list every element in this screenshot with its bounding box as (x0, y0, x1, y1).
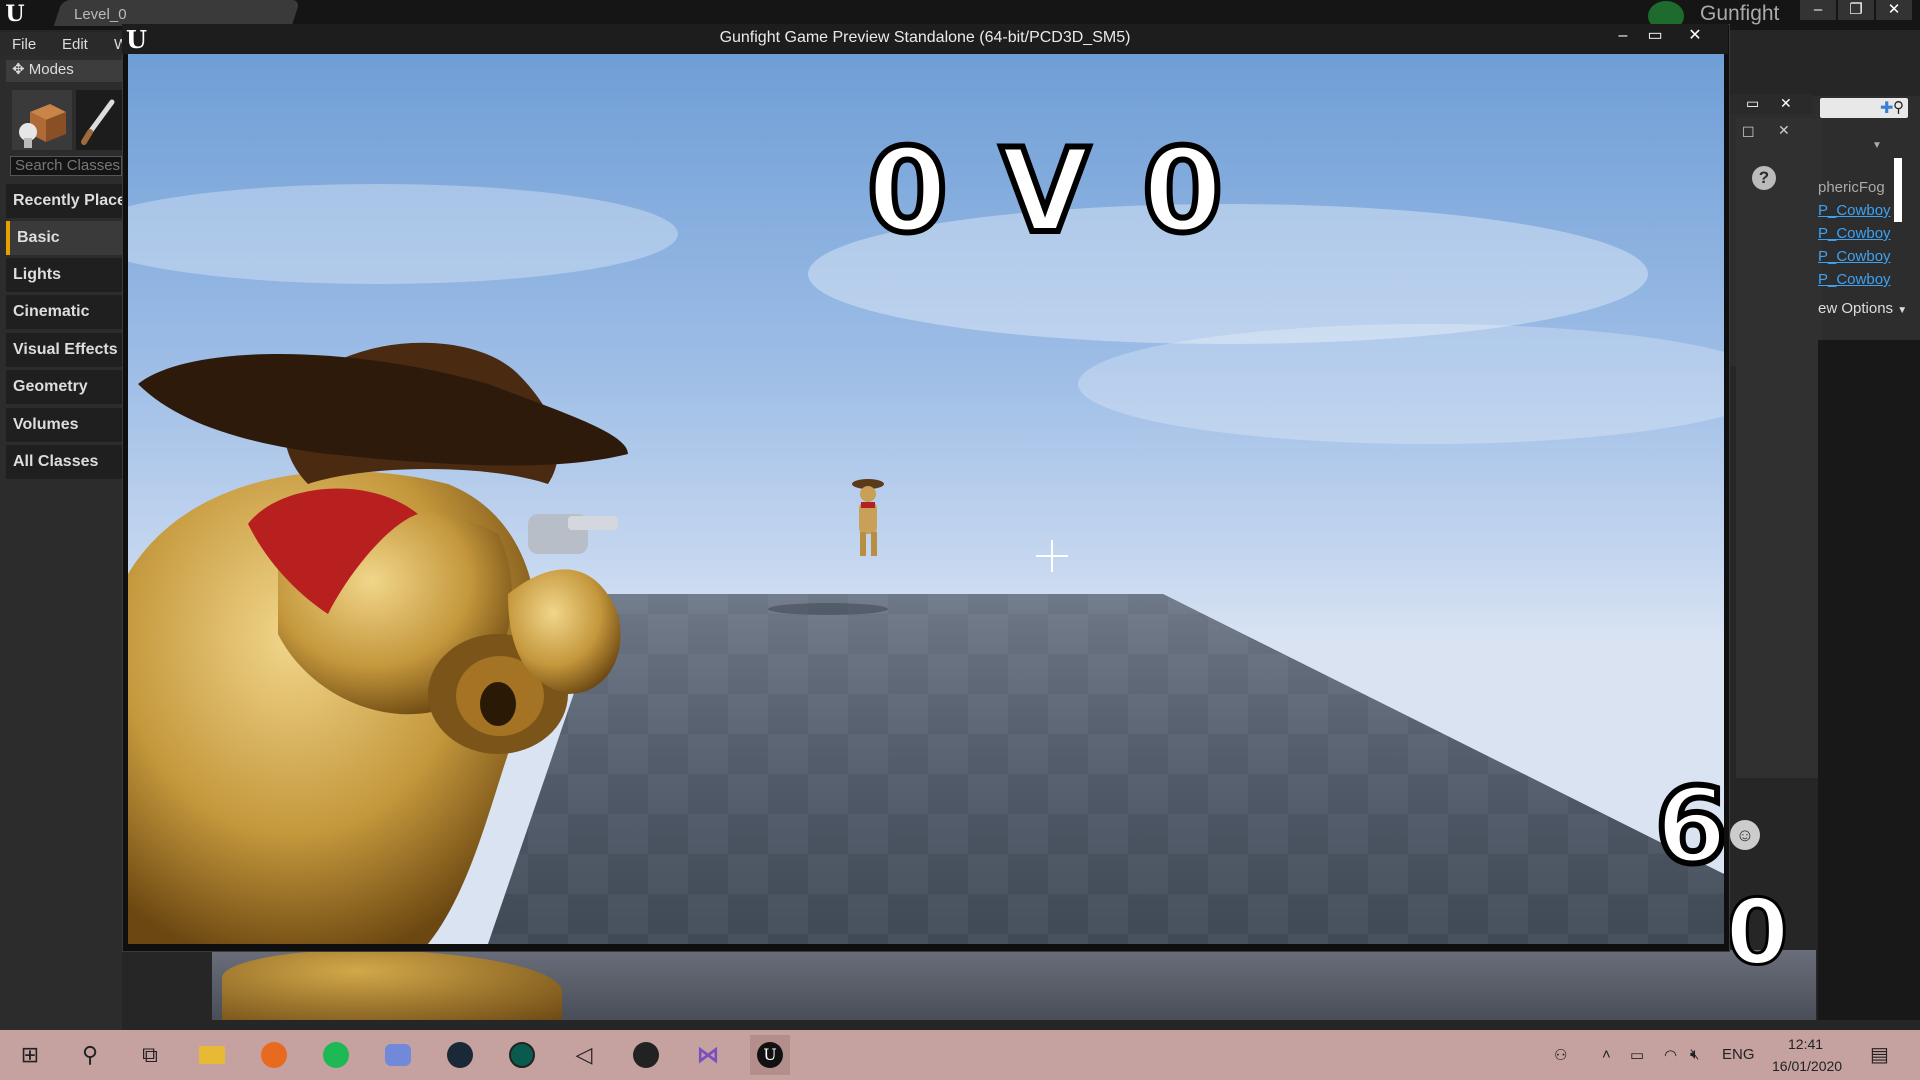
floor-shading (488, 594, 1724, 944)
category-lights[interactable]: Lights (6, 258, 122, 292)
category-cinematic[interactable]: Cinematic (6, 295, 122, 329)
category-recently-placed[interactable]: Recently Placed (6, 184, 122, 218)
menu-edit[interactable]: Edit (62, 36, 88, 53)
score-display: 0 V 0 (864, 124, 1229, 259)
search-classes-input[interactable]: Search Classes (10, 156, 122, 176)
close-icon[interactable]: ✕ (1780, 95, 1792, 112)
language-indicator[interactable]: ENG (1722, 1046, 1755, 1063)
outliner-item-cowboy[interactable]: P_Cowboy (1818, 271, 1891, 288)
battery-icon[interactable]: ▭ (1630, 1046, 1644, 1064)
game-close-button[interactable]: ✕ (1680, 26, 1710, 46)
feedback-smiley-icon[interactable]: ☺ (1730, 820, 1760, 850)
right-lower-panel (1818, 340, 1920, 1020)
help-icon[interactable]: ? (1752, 166, 1776, 190)
chevron-down-icon: ▼ (1897, 305, 1908, 316)
modes-label: Modes (28, 61, 74, 78)
outliner-item-fog[interactable]: phericFog (1818, 179, 1885, 196)
game-minimize-button[interactable]: – (1608, 26, 1638, 46)
file-explorer-icon[interactable] (192, 1035, 232, 1075)
people-icon[interactable]: ⚇ (1554, 1046, 1567, 1064)
view-options-button[interactable]: ew Options ▼ (1818, 300, 1907, 317)
details-panel: ☐ ✕ (1736, 118, 1822, 778)
volume-muted-icon[interactable]: 🔇︎ (1690, 1046, 1699, 1063)
visual-studio-icon[interactable]: ⋈ (688, 1035, 728, 1075)
editor-minimize-button[interactable]: – (1800, 0, 1836, 20)
editor-viewport-score-digit: 0 (1725, 879, 1791, 987)
search-icon: ⚲ (1893, 99, 1904, 116)
level-tab-label: Level_0 (74, 6, 127, 23)
gitkraken-icon[interactable] (502, 1035, 542, 1075)
discord-icon[interactable] (378, 1035, 418, 1075)
outliner-scrollbar[interactable] (1894, 158, 1902, 222)
category-basic[interactable]: Basic (6, 221, 122, 255)
maximize-icon[interactable]: ☐ (1742, 124, 1755, 141)
category-all-classes[interactable]: All Classes (6, 445, 122, 479)
add-icon[interactable]: ✚ (1880, 98, 1893, 118)
category-volumes[interactable]: Volumes (6, 408, 122, 442)
unreal-engine-icon[interactable]: U (750, 1035, 790, 1075)
outliner-item-cowboy[interactable]: P_Cowboy (1818, 202, 1891, 219)
crosshair-icon (1036, 540, 1068, 572)
place-mode-button[interactable] (12, 90, 72, 150)
category-visual-effects[interactable]: Visual Effects (6, 333, 122, 367)
place-mode-icon (19, 104, 66, 148)
outliner-item-cowboy[interactable]: P_Cowboy (1818, 248, 1891, 265)
project-name: Gunfight (1700, 2, 1780, 25)
category-geometry[interactable]: Geometry (6, 370, 122, 404)
notifications-icon[interactable]: ▤ (1870, 1042, 1889, 1067)
search-icon[interactable]: ⚲ (70, 1035, 110, 1075)
steam-icon[interactable] (440, 1035, 480, 1075)
clock-date[interactable]: 16/01/2020 (1772, 1058, 1842, 1074)
paint-brush-icon (81, 99, 115, 145)
firefox-icon[interactable] (254, 1035, 294, 1075)
editor-restore-button[interactable]: ❐ (1838, 0, 1874, 20)
details-tab[interactable]: ▭ ✕ (1730, 94, 1812, 114)
chevron-up-icon[interactable]: ˄ (1602, 1046, 1611, 1063)
maximize-icon[interactable]: ▭ (1746, 95, 1759, 112)
outliner-item-cowboy[interactable]: P_Cowboy (1818, 225, 1891, 242)
cloud (128, 184, 678, 284)
unreal-logo-icon: U (5, 1, 25, 27)
clock-time[interactable]: 12:41 (1788, 1036, 1823, 1052)
spotify-icon[interactable] (316, 1035, 356, 1075)
epic-launcher-icon[interactable] (626, 1035, 666, 1075)
view-options-label: ew Options (1818, 300, 1894, 317)
game-maximize-button[interactable]: ▭ (1640, 26, 1670, 46)
game-viewport[interactable]: 0 V 0 6/6 (128, 54, 1724, 944)
ammo-counter: 6/6 (1652, 765, 1724, 887)
start-icon[interactable]: ⊞ (10, 1035, 50, 1075)
unity-icon[interactable]: ◁ (564, 1035, 604, 1075)
close-icon[interactable]: ✕ (1778, 122, 1790, 139)
outliner-search-input[interactable]: ⚲ (1820, 98, 1908, 118)
chevron-down-icon[interactable]: ▼ (1872, 140, 1882, 151)
task-view-icon[interactable]: ⧉ (130, 1035, 170, 1075)
wifi-icon[interactable]: ◠ (1664, 1046, 1677, 1064)
modes-tab[interactable]: ✥ Modes (6, 60, 122, 82)
menu-file[interactable]: File (12, 36, 36, 53)
editor-close-button[interactable]: ✕ (1876, 0, 1912, 20)
game-window-title: Gunfight Game Preview Standalone (64-bit… (719, 29, 1131, 46)
paint-mode-button[interactable] (76, 90, 122, 150)
modes-icon: ✥ (12, 61, 25, 78)
